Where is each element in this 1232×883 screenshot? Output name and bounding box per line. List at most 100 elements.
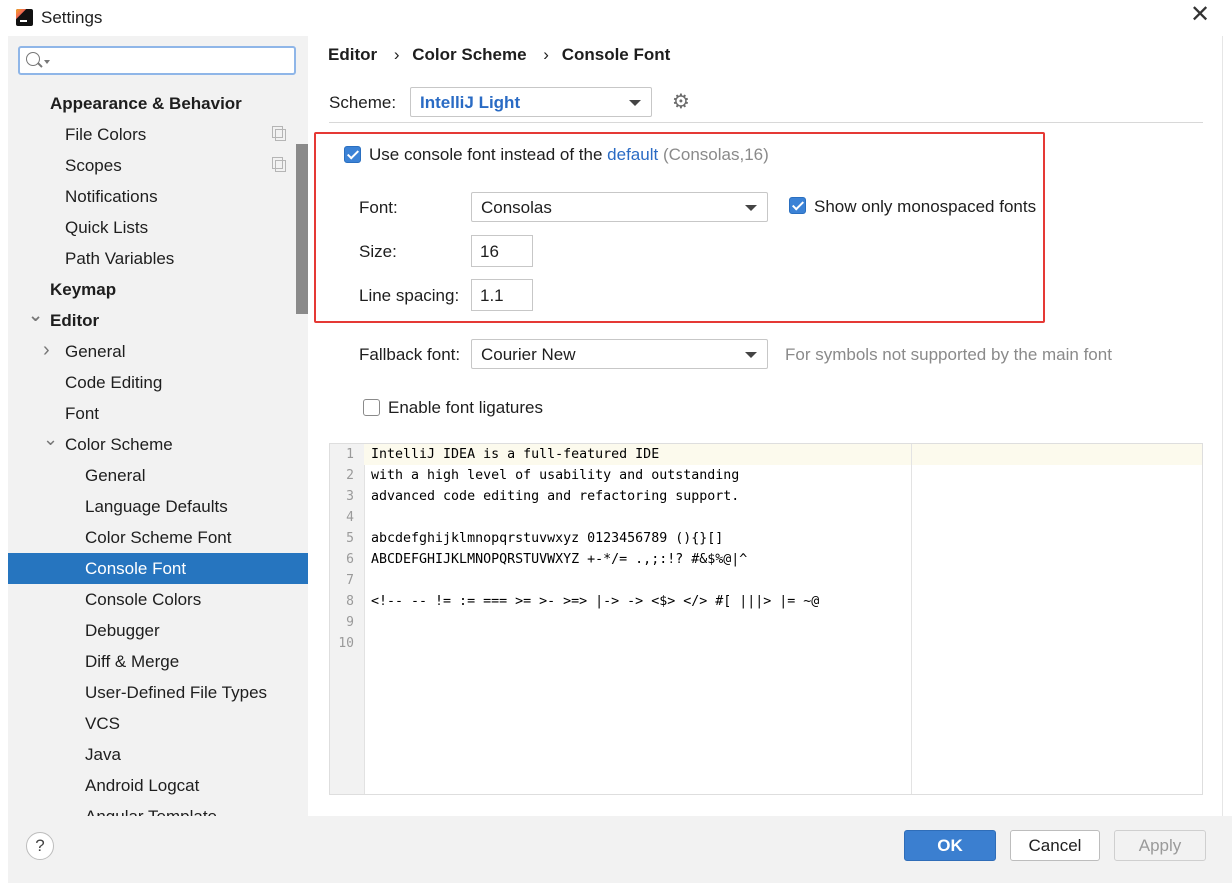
font-value: Consolas: [481, 198, 552, 217]
sidebar-item-color-scheme[interactable]: ⌄ Color Scheme: [8, 429, 308, 460]
monospaced-only-checkbox[interactable]: [789, 197, 806, 214]
sidebar-item-java[interactable]: Java: [8, 739, 308, 770]
fallback-font-value: Courier New: [481, 345, 576, 364]
right-margin-guide: [911, 444, 912, 794]
sidebar-item-notifications[interactable]: Notifications: [8, 181, 308, 212]
font-dropdown[interactable]: Consolas: [471, 192, 768, 222]
font-ligatures-label: Enable font ligatures: [388, 398, 543, 417]
size-input[interactable]: 16: [471, 235, 533, 267]
sidebar-item-debugger[interactable]: Debugger: [8, 615, 308, 646]
line-number: 6: [346, 552, 354, 567]
sidebar-item-scopes[interactable]: Scopes: [8, 150, 308, 181]
line-number: 4: [346, 510, 354, 525]
intellij-app-icon: [16, 9, 33, 26]
line-number: 3: [346, 489, 354, 504]
ok-button[interactable]: OK: [904, 830, 996, 861]
sidebar-item-user-defined-file-types[interactable]: User-Defined File Types: [8, 677, 308, 708]
sidebar-item-label: Color Scheme Font: [85, 528, 232, 547]
sidebar-item-label: Color Scheme: [65, 435, 173, 454]
preview-code-line: abcdefghijklmnopqrstuvwxyz 0123456789 ()…: [371, 531, 724, 546]
chevron-down-icon[interactable]: [44, 60, 50, 64]
default-font-link[interactable]: default: [607, 145, 658, 164]
line-number: 8: [346, 594, 354, 609]
sidebar-item-android-logcat[interactable]: Android Logcat: [8, 770, 308, 801]
background-window-strip: [0, 568, 8, 883]
font-ligatures-checkbox[interactable]: [363, 399, 380, 416]
sidebar-item-label: Angular Template: [85, 801, 217, 816]
chevron-down-icon: [629, 100, 641, 106]
breadcrumb: Editor › Color Scheme › Console Font: [328, 45, 674, 65]
breadcrumb-console-font: Console Font: [561, 45, 671, 64]
chevron-down-icon[interactable]: ⌄: [28, 300, 43, 331]
sidebar-item-file-colors[interactable]: File Colors: [8, 119, 308, 150]
fallback-font-dropdown[interactable]: Courier New: [471, 339, 768, 369]
sidebar-item-diff-merge[interactable]: Diff & Merge: [8, 646, 308, 677]
sidebar-item-general[interactable]: General: [8, 460, 308, 491]
preview-code-line: <!-- -- != := === >= >- >=> |-> -> <$> <…: [371, 594, 820, 609]
scheme-value: IntelliJ Light: [420, 93, 521, 112]
sidebar-item-console-colors[interactable]: Console Colors: [8, 584, 308, 615]
sidebar-item-language-defaults[interactable]: Language Defaults: [8, 491, 308, 522]
line-spacing-value: 1.1: [480, 286, 504, 305]
sidebar-item-label: General: [85, 466, 146, 485]
size-value: 16: [480, 242, 499, 261]
sidebar-item-label: Quick Lists: [65, 218, 149, 237]
font-preview-editor[interactable]: 1 IntelliJ IDEA is a full-featured IDE 2 wi…: [329, 443, 1203, 795]
close-icon[interactable]: ✕: [1190, 3, 1210, 27]
line-number: 2: [346, 468, 354, 483]
line-spacing-input[interactable]: 1.1: [471, 279, 533, 311]
preview-code-line: ABCDEFGHIJKLMNOPQRSTUVWXYZ +-*/= .,;:!? …: [371, 552, 748, 567]
breadcrumb-editor: Editor: [328, 45, 378, 64]
sidebar-item-quick-lists[interactable]: Quick Lists: [8, 212, 308, 243]
gear-icon[interactable]: ⚙: [672, 92, 690, 112]
sidebar-item-label: Language Defaults: [85, 497, 228, 516]
sidebar-item-code-editing[interactable]: Code Editing: [8, 367, 308, 398]
sidebar-item-path-variables[interactable]: Path Variables: [8, 243, 308, 274]
chevron-down-icon[interactable]: ⌄: [43, 424, 58, 455]
sidebar-item-vcs[interactable]: VCS: [8, 708, 308, 739]
sidebar-item-console-font[interactable]: Console Font: [8, 553, 308, 584]
help-button[interactable]: ?: [26, 832, 54, 860]
scheme-dropdown[interactable]: IntelliJ Light: [410, 87, 652, 117]
sidebar-item-appearance-behavior[interactable]: Appearance & Behavior: [8, 88, 308, 119]
sidebar-item-label: User-Defined File Types: [85, 683, 268, 702]
chevron-down-icon: [745, 205, 757, 211]
sidebar-item-label: Console Font: [85, 559, 187, 578]
sidebar-item-label: VCS: [85, 714, 120, 733]
use-console-font-text: Use console font instead of the: [369, 145, 603, 164]
line-number: 1: [346, 447, 354, 462]
line-spacing-label: Line spacing:: [359, 286, 460, 305]
breadcrumb-separator: ›: [393, 45, 400, 64]
sidebar-item-label: Debugger: [85, 621, 160, 640]
sidebar-item-label: Diff & Merge: [85, 652, 180, 671]
fallback-font-hint: For symbols not supported by the main fo…: [785, 345, 1112, 364]
line-number: 5: [346, 531, 354, 546]
chevron-down-icon: [745, 352, 757, 358]
use-console-font-checkbox[interactable]: [344, 146, 361, 163]
sidebar-item-label: File Colors: [65, 125, 147, 144]
monospaced-only-label: Show only monospaced fonts: [814, 197, 1037, 216]
sidebar-item-label: Code Editing: [65, 373, 163, 392]
sidebar-item-angular-template[interactable]: Angular Template: [8, 801, 308, 816]
sidebar-item-label: Console Colors: [85, 590, 202, 609]
right-edge-panel: [1222, 36, 1232, 816]
fallback-font-label: Fallback font:: [359, 345, 461, 364]
line-number: 7: [346, 573, 354, 588]
chevron-right-icon[interactable]: ›: [43, 335, 50, 366]
default-font-hint: (Consolas,16): [662, 145, 769, 164]
sidebar-item-keymap[interactable]: Keymap: [8, 274, 308, 305]
cancel-button[interactable]: Cancel: [1010, 830, 1100, 861]
search-icon: [26, 52, 40, 66]
sidebar-item-label: Keymap: [50, 280, 117, 299]
copy-icon: [272, 126, 286, 141]
settings-search-input[interactable]: [18, 46, 296, 75]
sidebar-item-general[interactable]: › General: [8, 336, 308, 367]
preview-code-line: advanced code editing and refactoring su…: [371, 489, 740, 504]
sidebar-item-editor[interactable]: ⌄ Editor: [8, 305, 308, 336]
sidebar-scrollbar[interactable]: [296, 144, 308, 314]
scheme-label: Scheme:: [329, 93, 397, 112]
sidebar-item-color-scheme-font[interactable]: Color Scheme Font: [8, 522, 308, 553]
apply-button[interactable]: Apply: [1114, 830, 1206, 861]
title-bar: Settings ✕: [0, 0, 1232, 36]
sidebar-item-label: Scopes: [65, 156, 122, 175]
